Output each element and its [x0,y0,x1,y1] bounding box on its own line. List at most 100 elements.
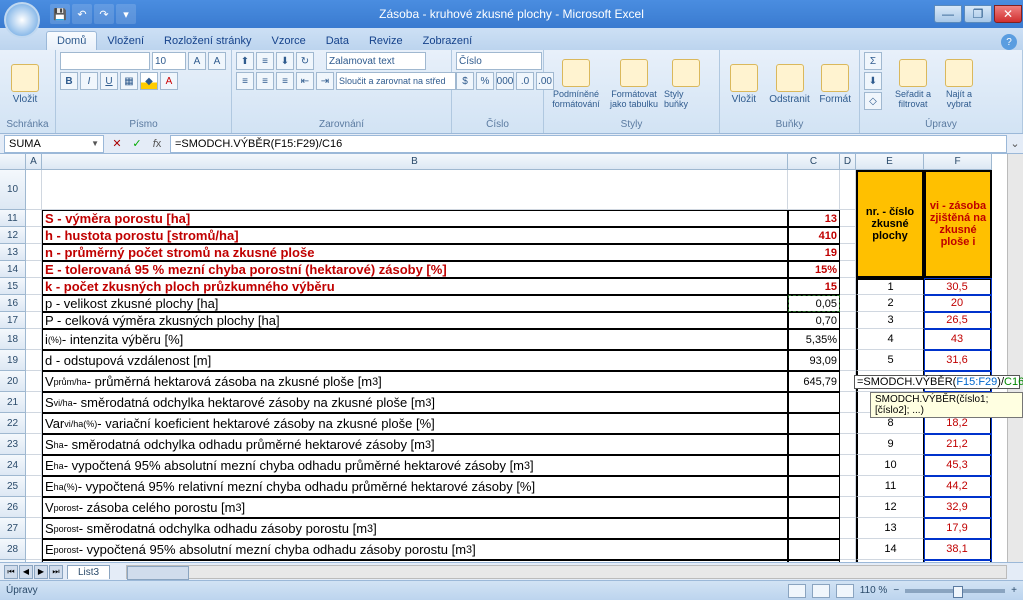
cell-C13[interactable]: 19 [788,244,840,261]
formula-input[interactable]: =SMODCH.VÝBĚR(F15:F29)/C16 [170,135,1007,153]
tab-nav-first-icon[interactable]: ⏮ [4,565,18,579]
cell-D16[interactable] [840,295,856,312]
row-header-10[interactable]: 10 [0,170,26,210]
cell-C23[interactable] [788,434,840,455]
cell-A24[interactable] [26,455,42,476]
cell-B28[interactable]: Eporost - vypočtená 95% absolutní mezní … [42,539,788,560]
cell-C26[interactable] [788,497,840,518]
tab-layout[interactable]: Rozložení stránky [154,32,261,50]
cell-A27[interactable] [26,518,42,539]
cell-D27[interactable] [840,518,856,539]
cell-A29[interactable] [26,560,42,562]
cell-E15[interactable]: 1 [856,278,924,295]
view-normal-icon[interactable] [788,584,806,598]
cell-B29[interactable]: Eporost(%) - vypočtená 95% relativní mez… [42,560,788,562]
maximize-button[interactable]: ❐ [964,5,992,23]
view-pagebreak-icon[interactable] [836,584,854,598]
worksheet-grid[interactable]: ABCDEF10nr. - číslo zkusné plochyvi - zá… [0,154,1023,562]
tab-data[interactable]: Data [316,32,359,50]
align-center-icon[interactable]: ≡ [256,72,274,90]
cell-A12[interactable] [26,227,42,244]
tab-nav-last-icon[interactable]: ⏭ [49,565,63,579]
cell-B27[interactable]: Sporost - směrodatná odchylka odhadu zás… [42,518,788,539]
cell-styles-button[interactable]: Styly buňky [664,52,708,116]
cell-A22[interactable] [26,413,42,434]
cell-B12[interactable]: h - hustota porostu [stromů/ha] [42,227,788,244]
cell-C17[interactable]: 0,70 [788,312,840,329]
cell-D23[interactable] [840,434,856,455]
row-header-27[interactable]: 27 [0,518,26,539]
cell-F23[interactable]: 21,2 [924,434,992,455]
inc-decimal-icon[interactable]: .0 [516,72,534,90]
cell-B11[interactable]: S - výměra porostu [ha] [42,210,788,227]
cell-D15[interactable] [840,278,856,295]
cell-C27[interactable] [788,518,840,539]
help-icon[interactable]: ? [1001,34,1017,50]
cell-F29[interactable]: 36,1 [924,560,992,562]
cell-C12[interactable]: 410 [788,227,840,244]
cell-E23[interactable]: 9 [856,434,924,455]
cell-D26[interactable] [840,497,856,518]
tab-nav-next-icon[interactable]: ▶ [34,565,48,579]
cell-F19[interactable]: 31,6 [924,350,992,371]
cell-D17[interactable] [840,312,856,329]
cell-A14[interactable] [26,261,42,278]
row-header-11[interactable]: 11 [0,210,26,227]
row-header-25[interactable]: 25 [0,476,26,497]
col-header-A[interactable]: A [26,154,42,170]
cell-B19[interactable]: d - odstupová vzdálenost [m] [42,350,788,371]
zoom-out-icon[interactable]: − [893,585,899,596]
align-left-icon[interactable]: ≡ [236,72,254,90]
cell-F24[interactable]: 45,3 [924,455,992,476]
zoom-in-icon[interactable]: + [1011,585,1017,596]
align-middle-icon[interactable]: ≡ [256,52,274,70]
row-header-26[interactable]: 26 [0,497,26,518]
cell-C19[interactable]: 93,09 [788,350,840,371]
cell-D28[interactable] [840,539,856,560]
cell-B14[interactable]: E - tolerovaná 95 % mezní chyba porostní… [42,261,788,278]
tab-home[interactable]: Domů [46,31,97,50]
cell-E24[interactable]: 10 [856,455,924,476]
row-header-21[interactable]: 21 [0,392,26,413]
accept-formula-button[interactable]: ✓ [128,136,146,152]
vertical-scrollbar[interactable] [1007,154,1023,562]
cell-B22[interactable]: Varvi/ha(%) - variační koeficient hektar… [42,413,788,434]
cell-D24[interactable] [840,455,856,476]
cell-C14[interactable]: 15% [788,261,840,278]
cell-F15[interactable]: 30,5 [924,278,992,295]
cell-C24[interactable] [788,455,840,476]
cell-B21[interactable]: Svi/ha - směrodatná odchylka hektarové z… [42,392,788,413]
cell-B25[interactable]: Eha(%) - vypočtená 95% relativní mezní c… [42,476,788,497]
row-header-24[interactable]: 24 [0,455,26,476]
conditional-format-button[interactable]: Podmíněné formátování [548,52,604,116]
fill-icon[interactable]: ⬇ [864,72,882,90]
col-header-F[interactable]: F [924,154,992,170]
cell-E18[interactable]: 4 [856,329,924,350]
zoom-slider[interactable] [905,589,1005,593]
fill-color-icon[interactable]: ◆ [140,72,158,90]
cell-C20[interactable]: 645,79 [788,371,840,392]
undo-icon[interactable]: ↶ [72,4,92,24]
cell-B17[interactable]: P - celková výměra zkusných plochy [ha] [42,312,788,329]
cell-D22[interactable] [840,413,856,434]
cell-F27[interactable]: 17,9 [924,518,992,539]
row-header-12[interactable]: 12 [0,227,26,244]
close-button[interactable]: ✕ [994,5,1022,23]
cell-B10[interactable] [42,170,788,210]
cell-B18[interactable]: i(%) - intenzita výběru [%] [42,329,788,350]
insert-cells-button[interactable]: Vložit [724,52,764,116]
save-icon[interactable]: 💾 [50,4,70,24]
percent-icon[interactable]: % [476,72,494,90]
cell-A17[interactable] [26,312,42,329]
cell-B23[interactable]: Sha - směrodatná odchylka odhadu průměrn… [42,434,788,455]
cell-D29[interactable] [840,560,856,562]
cell-A13[interactable] [26,244,42,261]
cell-B24[interactable]: Eha - vypočtená 95% absolutní mezní chyb… [42,455,788,476]
align-bottom-icon[interactable]: ⬇ [276,52,294,70]
row-header-23[interactable]: 23 [0,434,26,455]
row-header-19[interactable]: 19 [0,350,26,371]
row-header-15[interactable]: 15 [0,278,26,295]
cell-F18[interactable]: 43 [924,329,992,350]
bold-icon[interactable]: B [60,72,78,90]
cell-D19[interactable] [840,350,856,371]
